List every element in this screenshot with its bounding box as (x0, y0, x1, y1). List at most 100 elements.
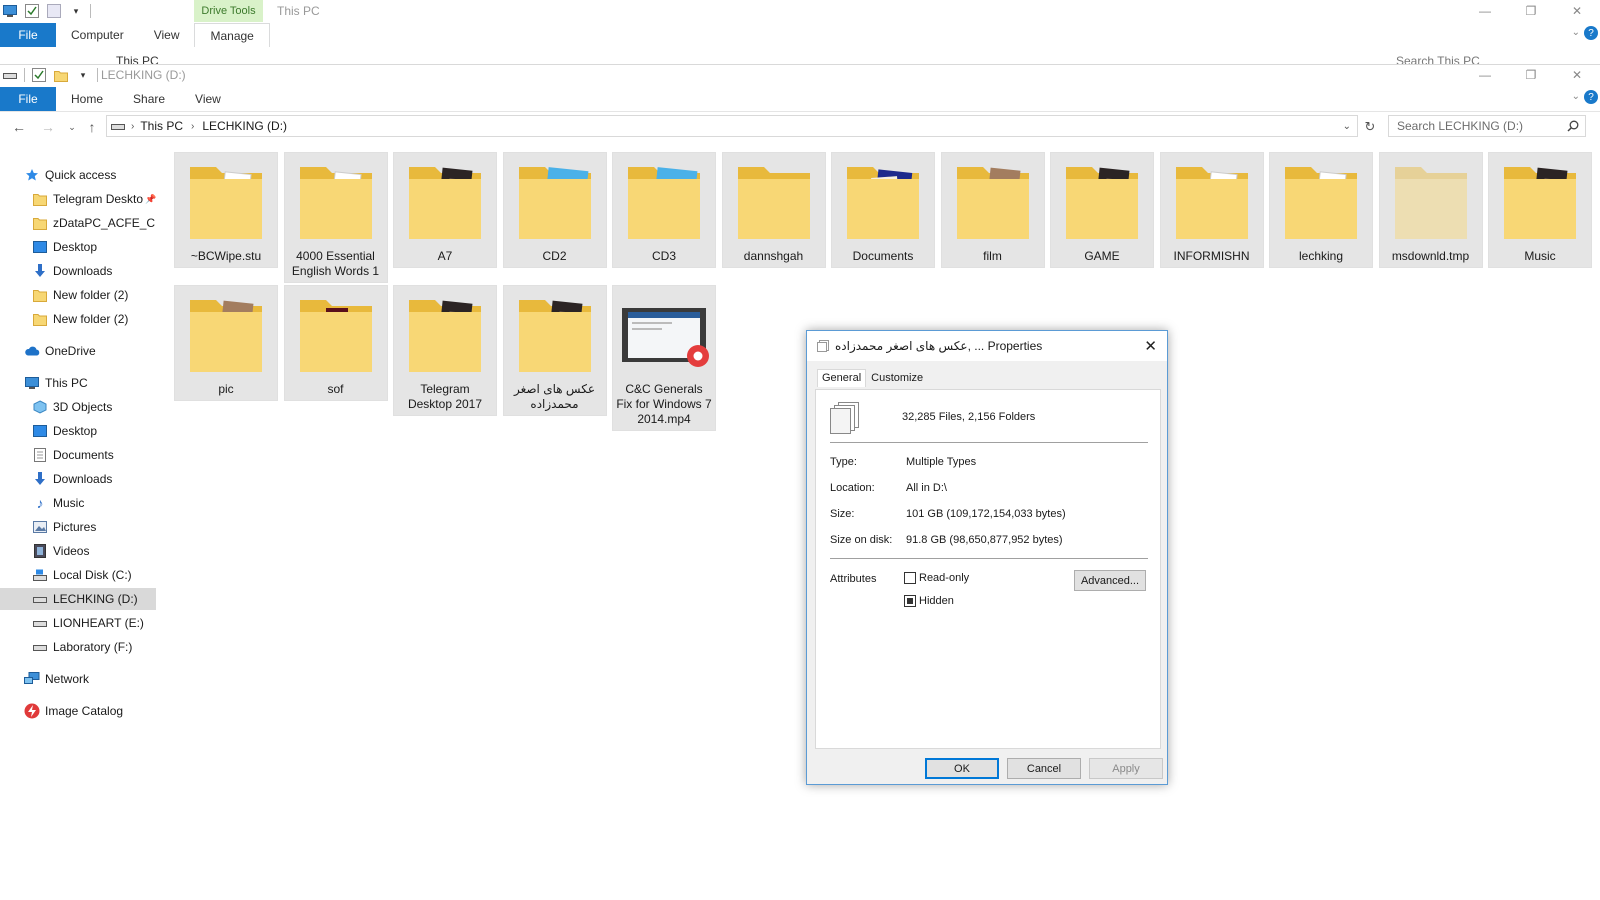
drive-icon (2, 67, 18, 83)
nav-qa-item[interactable]: Downloads (0, 260, 156, 282)
tab-view[interactable]: View (180, 87, 236, 111)
nav-pc-item[interactable]: Local Disk (C:) (0, 564, 156, 586)
tab-home[interactable]: Home (56, 87, 118, 111)
nav-pc-item[interactable]: LIONHEART (E:) (0, 612, 156, 634)
close-icon[interactable]: ✕ (1554, 64, 1600, 86)
new-folder-icon[interactable] (46, 3, 62, 19)
minimize-icon[interactable]: — (1462, 0, 1508, 22)
ribbon-expand-icon[interactable]: ⌄ (1572, 91, 1580, 102)
address-dropdown-icon[interactable]: ⌄ (1343, 121, 1351, 132)
nav-qa-item[interactable]: New folder (2) (0, 308, 156, 330)
pc-icon (24, 375, 40, 391)
nav-pc-item[interactable]: Downloads (0, 468, 156, 490)
checkbox-box-indeterminate[interactable] (904, 595, 916, 607)
folder-item[interactable]: Music (1488, 152, 1592, 268)
folder-item[interactable]: pic (174, 285, 278, 401)
nav-pc-item[interactable]: Pictures (0, 516, 156, 538)
back-tab-view[interactable]: View (139, 23, 195, 47)
search-placeholder: Search LECHKING (D:) (1397, 119, 1524, 133)
folder-item[interactable]: msdownld.tmp (1378, 152, 1483, 268)
ribbon-expand-icon[interactable]: ⌄ (1572, 27, 1580, 38)
folder-item[interactable]: CD3 (612, 152, 716, 268)
folder-item[interactable]: 4000 Essential English Words 1 (283, 152, 388, 283)
item-label: INFORMISHN (1173, 249, 1250, 263)
folder-item[interactable]: dannshgah (721, 152, 826, 268)
nav-pc-item[interactable]: ♪ Music (0, 492, 156, 514)
nav-pc-item[interactable]: Videos (0, 540, 156, 562)
chevron-right-icon[interactable]: › (191, 121, 194, 132)
back-tab-file[interactable]: File (0, 23, 56, 47)
nav-pc-item[interactable]: Documents (0, 444, 156, 466)
drive-icon (111, 121, 125, 131)
general-panel: 32,285 Files, 2,156 Folders Type: Multip… (815, 389, 1161, 749)
up-arrow-icon[interactable]: ↑ (82, 117, 102, 137)
tab-customize[interactable]: Customize (866, 369, 928, 387)
nav-pc-item-selected[interactable]: LECHKING (D:) (0, 588, 156, 610)
folder-item[interactable]: عکس های اصغر محمدزاده (502, 285, 607, 416)
address-bar[interactable]: › This PC › LECHKING (D:) ⌄ (106, 115, 1358, 137)
folder-item[interactable]: lechking (1269, 152, 1373, 268)
nav-quick-access[interactable]: Quick access (0, 164, 156, 186)
minimize-icon[interactable]: — (1462, 64, 1508, 86)
folder-icon (393, 153, 497, 249)
nav-pc-item[interactable]: 3D Objects (0, 396, 156, 418)
new-folder-icon[interactable] (53, 67, 69, 83)
nav-pc-item[interactable]: Desktop (0, 420, 156, 442)
restore-icon[interactable]: ❐ (1508, 64, 1554, 86)
close-icon[interactable]: ✕ (1144, 337, 1157, 355)
nav-network[interactable]: Network (0, 668, 156, 690)
back-tab-manage[interactable]: Manage (194, 23, 270, 47)
search-input[interactable]: Search LECHKING (D:) (1388, 115, 1586, 137)
properties-icon[interactable] (31, 67, 47, 83)
pin-icon[interactable]: 📌 (145, 194, 156, 205)
apply-button[interactable]: Apply (1089, 758, 1163, 779)
folder-icon (1050, 153, 1154, 249)
qat-dropdown-icon[interactable]: ▾ (68, 3, 84, 19)
folder-item[interactable]: CD2 (502, 152, 607, 268)
folder-item[interactable]: GAME (1050, 152, 1154, 268)
nav-image-catalog[interactable]: Image Catalog (0, 700, 156, 722)
video-file-item[interactable]: C&C Generals Fix for Windows 7 2014.mp4 (612, 285, 716, 431)
nav-qa-item[interactable]: Desktop (0, 236, 156, 258)
tab-general[interactable]: General (817, 369, 867, 387)
refresh-icon[interactable]: ↻ (1360, 117, 1380, 137)
drive-icon (32, 615, 48, 631)
nav-qa-item[interactable]: zDataPC_ACFE_C📌 (0, 212, 156, 234)
folder-item[interactable]: INFORMISHN (1159, 152, 1264, 268)
help-icon[interactable]: ? (1584, 90, 1598, 104)
search-icon[interactable] (1567, 120, 1579, 132)
folder-item[interactable]: sof (283, 285, 388, 401)
forward-arrow-icon[interactable]: → (38, 117, 58, 137)
checkbox-box[interactable] (904, 572, 916, 584)
folder-item[interactable]: Telegram Desktop 2017 (393, 285, 497, 416)
breadcrumb-current[interactable]: LECHKING (D:) (202, 119, 287, 133)
breadcrumb-this-pc[interactable]: This PC (140, 119, 183, 133)
folder-item[interactable]: film (940, 152, 1045, 268)
properties-icon[interactable] (24, 3, 40, 19)
ok-button[interactable]: OK (925, 758, 999, 779)
tab-file[interactable]: File (0, 87, 56, 111)
nav-onedrive[interactable]: OneDrive (0, 340, 156, 362)
nav-qa-item[interactable]: New folder (2) (0, 284, 156, 306)
nav-pc-item[interactable]: Laboratory (F:) (0, 636, 156, 658)
hidden-checkbox[interactable]: Hidden (904, 595, 954, 607)
restore-icon[interactable]: ❐ (1508, 0, 1554, 22)
folder-item[interactable]: ~BCWipe.stu (174, 152, 278, 268)
desktop-icon (32, 239, 48, 255)
folder-icon (1379, 153, 1483, 249)
nav-this-pc[interactable]: This PC (0, 372, 156, 394)
readonly-checkbox[interactable]: Read-only (904, 572, 969, 584)
qat-dropdown-icon[interactable]: ▾ (75, 67, 91, 83)
cancel-button[interactable]: Cancel (1007, 758, 1081, 779)
recent-locations-icon[interactable]: ⌄ (62, 117, 82, 137)
close-icon[interactable]: ✕ (1554, 0, 1600, 22)
folder-item[interactable]: Documents (831, 152, 935, 268)
tab-share[interactable]: Share (118, 87, 180, 111)
nav-qa-item[interactable]: Telegram Deskto 📌 (0, 188, 156, 210)
help-icon[interactable]: ? (1584, 26, 1598, 40)
back-tab-computer[interactable]: Computer (56, 23, 139, 47)
chevron-right-icon[interactable]: › (131, 121, 134, 132)
folder-item[interactable]: A7 (393, 152, 497, 268)
advanced-button[interactable]: Advanced... (1074, 570, 1146, 591)
back-arrow-icon[interactable]: ← (9, 117, 29, 137)
